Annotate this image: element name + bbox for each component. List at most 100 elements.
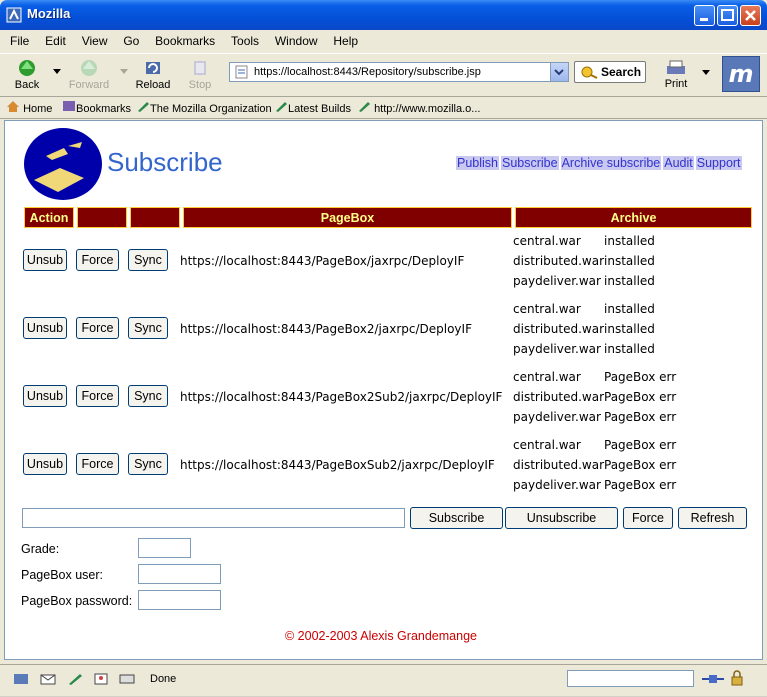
bookmarks-toolbar: Home Bookmarks The Mozilla Organization … bbox=[0, 96, 767, 119]
archive-status: installed bbox=[604, 342, 655, 356]
archive-name: central.war bbox=[513, 438, 581, 452]
reload-button[interactable]: Reload bbox=[130, 56, 176, 94]
composer-icon[interactable] bbox=[66, 672, 84, 686]
stop-button[interactable]: Stop bbox=[177, 56, 223, 94]
archive-status: installed bbox=[604, 274, 655, 288]
chevron-down-icon bbox=[554, 69, 564, 76]
bookmarks-icon bbox=[63, 101, 75, 111]
refresh-button[interactable]: Refresh bbox=[678, 507, 747, 529]
mozilla-throbber-logo[interactable]: m bbox=[722, 56, 760, 92]
bookmark-bookmarks[interactable]: Bookmarks bbox=[62, 100, 131, 115]
forward-label: Forward bbox=[68, 79, 110, 91]
bookmark-home[interactable]: Home bbox=[6, 100, 52, 115]
force-button[interactable]: Force bbox=[76, 317, 119, 339]
force-button[interactable]: Force bbox=[76, 453, 119, 475]
online-status-icon[interactable] bbox=[700, 671, 726, 687]
force-button[interactable]: Force bbox=[76, 385, 119, 407]
unsub-button[interactable]: Unsub bbox=[23, 249, 67, 271]
unsub-button[interactable]: Unsub bbox=[23, 317, 67, 339]
close-button[interactable] bbox=[740, 5, 761, 26]
bookmark-latest-builds-label: Latest Builds bbox=[288, 103, 351, 115]
menu-edit[interactable]: Edit bbox=[39, 32, 72, 50]
forward-arrow-icon bbox=[81, 60, 97, 76]
print-dropdown-icon[interactable] bbox=[702, 70, 710, 76]
link-subscribe[interactable]: Subscribe bbox=[501, 156, 559, 170]
status-text: Done bbox=[150, 673, 177, 685]
bookmark-home-label: Home bbox=[23, 103, 53, 115]
url-field[interactable]: https://localhost:8443/Repository/subscr… bbox=[229, 62, 569, 82]
sync-button[interactable]: Sync bbox=[128, 453, 168, 475]
maximize-button[interactable] bbox=[717, 5, 738, 26]
archive-status: PageBox err bbox=[604, 370, 677, 384]
header-empty-2 bbox=[130, 207, 180, 228]
menu-go[interactable]: Go bbox=[117, 32, 145, 50]
print-button[interactable]: Print bbox=[660, 57, 692, 93]
close-icon bbox=[745, 10, 756, 21]
search-icon bbox=[581, 66, 598, 79]
mozilla-app-icon bbox=[6, 7, 22, 23]
print-label: Print bbox=[664, 78, 688, 90]
sync-button[interactable]: Sync bbox=[128, 385, 168, 407]
pagebox-url: https://localhost:8443/PageBox2Sub2/jaxr… bbox=[180, 390, 503, 404]
link-publish[interactable]: Publish bbox=[456, 156, 499, 170]
force-button[interactable]: Force bbox=[76, 249, 119, 271]
reload-label: Reload bbox=[135, 79, 171, 91]
title-bar: Mozilla bbox=[0, 0, 767, 30]
link-audit[interactable]: Audit bbox=[663, 156, 694, 170]
lock-icon[interactable] bbox=[730, 670, 744, 687]
pagebox-user-input[interactable] bbox=[138, 564, 221, 584]
bookmark-latest-builds[interactable]: Latest Builds bbox=[274, 100, 351, 115]
menu-view[interactable]: View bbox=[76, 32, 114, 50]
archive-name: distributed.war bbox=[513, 390, 605, 404]
url-dropdown-button[interactable] bbox=[550, 63, 568, 81]
irc-chat-icon[interactable] bbox=[118, 672, 136, 686]
link-archive-subscribe[interactable]: Archive subscribe bbox=[560, 156, 662, 170]
search-label: Search bbox=[601, 65, 642, 79]
menu-window[interactable]: Window bbox=[269, 32, 324, 50]
menu-tools[interactable]: Tools bbox=[225, 32, 265, 50]
back-button[interactable]: Back bbox=[4, 56, 50, 94]
bookmark-page-icon bbox=[138, 102, 149, 112]
grade-input[interactable] bbox=[138, 538, 191, 558]
stop-icon bbox=[194, 61, 206, 75]
menu-file[interactable]: File bbox=[4, 32, 35, 50]
back-dropdown-icon[interactable] bbox=[53, 69, 61, 75]
archive-status: PageBox err bbox=[604, 478, 677, 492]
stop-label: Stop bbox=[188, 79, 212, 91]
bookmark-mozilla-org[interactable]: The Mozilla Organization bbox=[136, 100, 272, 115]
subscribe-button[interactable]: Subscribe bbox=[410, 507, 503, 529]
minimize-button[interactable] bbox=[694, 5, 715, 26]
archive-name: paydeliver.war bbox=[513, 342, 601, 356]
unsubscribe-button[interactable]: Unsubscribe bbox=[505, 507, 618, 529]
unsub-button[interactable]: Unsub bbox=[23, 453, 67, 475]
menu-bookmarks[interactable]: Bookmarks bbox=[149, 32, 221, 50]
mail-icon[interactable] bbox=[39, 672, 57, 686]
bookmark-mozilla-url[interactable]: http://www.mozilla.o... bbox=[357, 100, 480, 115]
navigator-icon[interactable] bbox=[12, 672, 30, 686]
forward-dropdown-icon[interactable] bbox=[120, 69, 128, 75]
force-all-button[interactable]: Force bbox=[623, 507, 673, 529]
menu-help[interactable]: Help bbox=[327, 32, 364, 50]
address-book-icon[interactable] bbox=[92, 672, 110, 686]
book-logo-icon bbox=[34, 142, 84, 192]
search-button[interactable]: Search bbox=[574, 61, 646, 83]
pagebox-password-input[interactable] bbox=[138, 590, 221, 610]
archive-name: paydeliver.war bbox=[513, 274, 601, 288]
back-arrow-icon bbox=[19, 60, 35, 76]
status-bar: Done bbox=[0, 664, 767, 697]
link-support[interactable]: Support bbox=[695, 156, 742, 170]
forward-button[interactable]: Forward bbox=[66, 56, 112, 94]
header-archive: Archive bbox=[515, 207, 752, 228]
menu-bar: File Edit View Go Bookmarks Tools Window… bbox=[4, 32, 764, 52]
subscription-table-header: Action PageBox Archive bbox=[21, 207, 755, 228]
sync-button[interactable]: Sync bbox=[128, 249, 168, 271]
window-title: Mozilla bbox=[27, 6, 71, 21]
unsub-button[interactable]: Unsub bbox=[23, 385, 67, 407]
maximize-icon bbox=[721, 9, 734, 21]
pagebox-url-input[interactable] bbox=[22, 508, 405, 528]
archive-status: installed bbox=[604, 322, 655, 336]
home-icon bbox=[7, 101, 19, 112]
sync-button[interactable]: Sync bbox=[128, 317, 168, 339]
page-content: Subscribe Publish Subscribe Archive subscr… bbox=[4, 120, 763, 660]
archive-status: PageBox err bbox=[604, 438, 677, 452]
